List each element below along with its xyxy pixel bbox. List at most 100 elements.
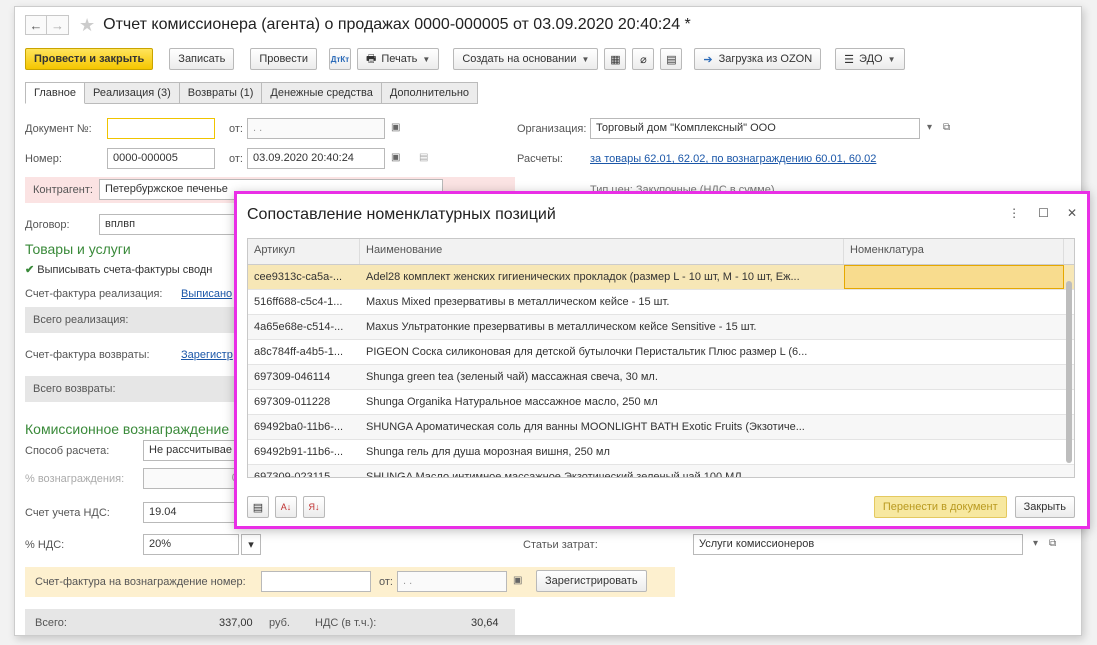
date-input[interactable]: 03.09.2020 20:40:24 [247, 148, 385, 169]
print-label: Печать [381, 53, 418, 65]
table-row[interactable]: 697309-011228 Shunga Organika Натуральное… [248, 390, 1074, 415]
tab-additional[interactable]: Дополнительно [381, 82, 479, 104]
vat-incl-value: 30,64 [471, 617, 499, 629]
tab-realization[interactable]: Реализация (3) [85, 82, 180, 104]
details-icon[interactable]: ▤ [419, 152, 428, 163]
name-cell: Shunga green tea (зеленый чай) массажная… [366, 371, 658, 383]
sf-returns-label: Счет-фактура возвраты: [25, 349, 150, 361]
vat-pct-select[interactable]: 20% [143, 534, 239, 555]
scrollbar-thumb[interactable] [1066, 281, 1072, 463]
nomenclature-cell[interactable] [844, 440, 1064, 464]
transfer-to-document-button[interactable]: Перенести в документ [873, 496, 1007, 518]
nomenclature-mapping-dialog: Сопоставление номенклатурных позиций ⋮ ☐… [234, 191, 1090, 529]
vat-account-label: Счет учета НДС: [25, 507, 110, 519]
maximize-icon[interactable]: ☐ [1038, 206, 1049, 220]
vat-incl-label: НДС (в т.ч.): [315, 617, 377, 629]
vat-account-input[interactable]: 19.04 [143, 502, 239, 523]
report-icon[interactable]: ▤ [660, 48, 683, 70]
back-button[interactable]: ← [25, 15, 47, 35]
dialog-bottom-tools: ▤ A↓ Я↓ [247, 496, 325, 518]
org-input[interactable]: Торговый дом "Комплексный" ООО [590, 118, 920, 139]
tab-returns[interactable]: Возвраты (1) [179, 82, 263, 104]
dialog-close-button[interactable]: Закрыть [1014, 496, 1075, 518]
sort-asc-icon[interactable]: A↓ [275, 496, 297, 518]
vat-pct-label: % НДС: [25, 539, 65, 551]
total-realization-label: Всего реализация: [33, 314, 129, 326]
select-icon[interactable]: ▤ [247, 496, 269, 518]
nomenclature-cell[interactable] [844, 415, 1064, 439]
dt-kt-icon[interactable]: ДтКт [328, 48, 351, 70]
nomenclature-cell[interactable] [844, 340, 1064, 364]
reward-pct-label: % вознаграждения: [25, 473, 125, 485]
table-header: Артикул Наименование Номенклатура [248, 239, 1074, 265]
name-cell: Maxus Mixed презервативы в металлическом… [366, 296, 670, 308]
post-button[interactable]: Провести [250, 48, 317, 70]
sku-cell: 697309-023115 [254, 471, 331, 478]
post-and-close-button[interactable]: Провести и закрыть [25, 48, 154, 70]
structure-icon[interactable]: ▦ [604, 48, 627, 70]
table-row[interactable]: 69492b91-11b6-... Shunga гель для душа мо… [248, 440, 1074, 465]
tab-main[interactable]: Главное [25, 82, 86, 104]
open-icon[interactable]: ⧉ [1049, 538, 1056, 549]
printer-icon: 🖶 [365, 52, 377, 65]
forward-button[interactable]: → [47, 15, 69, 35]
ozon-label: Загрузка из OZON [718, 53, 813, 65]
open-icon[interactable]: ⧉ [943, 122, 950, 133]
sf-realization-link[interactable]: Выписано [181, 288, 232, 300]
calendar-icon[interactable]: ▣ [391, 122, 400, 133]
calendar-icon[interactable]: ▣ [513, 575, 522, 586]
table-body: cee9313c-ca5a-... Adel28 комплект женских… [248, 265, 1074, 478]
favorite-star-icon[interactable]: ★ [79, 15, 95, 36]
table-row[interactable]: 69492ba0-11b6-... SHUNGA Ароматическая со… [248, 415, 1074, 440]
number-input[interactable]: 0000-000005 [107, 148, 215, 169]
sf-reward-from-label: от: [379, 576, 393, 588]
total-value: 337,00 [219, 617, 253, 629]
tab-money[interactable]: Денежные средства [262, 82, 382, 104]
nomenclature-cell[interactable] [844, 265, 1064, 289]
calc-link[interactable]: за товары 62.01, 62.02, по вознаграждени… [590, 153, 876, 165]
save-button[interactable]: Записать [169, 48, 235, 70]
sf-reward-date-input[interactable]: . . [397, 571, 507, 592]
contract-input[interactable]: вплвп [99, 214, 239, 235]
scrollbar[interactable] [1064, 267, 1072, 475]
chevron-down-icon[interactable]: ▾ [1033, 538, 1038, 549]
nomenclature-cell[interactable] [844, 290, 1064, 314]
nomenclature-cell[interactable] [844, 390, 1064, 414]
sf-reward-number-input[interactable] [261, 571, 371, 592]
create-based-on-button[interactable]: Создать на основании ▼ [453, 48, 599, 70]
currency-label: руб. [269, 617, 290, 629]
nomenclature-cell[interactable] [844, 365, 1064, 389]
mapping-table: Артикул Наименование Номенклатура cee931… [247, 238, 1075, 478]
column-header-name[interactable]: Наименование [360, 239, 844, 264]
cost-items-select[interactable]: Услуги комиссионеров [693, 534, 1023, 555]
attachment-icon[interactable]: ⌀ [632, 48, 655, 70]
close-icon[interactable]: ✕ [1067, 206, 1077, 220]
chevron-down-icon: ▼ [422, 54, 431, 64]
nomenclature-cell[interactable] [844, 315, 1064, 339]
nomenclature-cell[interactable] [844, 465, 1064, 477]
doc-date-input[interactable]: . . [247, 118, 385, 139]
edo-icon: ☰ [844, 53, 855, 66]
chevron-down-icon[interactable]: ▾ [241, 534, 261, 555]
table-row[interactable]: a8c784ff-a4b5-1... PIGEON Соска силиконов… [248, 340, 1074, 365]
print-button[interactable]: 🖶 Печать ▼ [356, 48, 440, 70]
register-button[interactable]: Зарегистрировать [536, 570, 647, 592]
doc-number-label: Документ №: [25, 123, 92, 135]
column-header-sku[interactable]: Артикул [248, 239, 360, 264]
table-row[interactable]: cee9313c-ca5a-... Adel28 комплект женских… [248, 265, 1074, 290]
more-icon[interactable]: ⋮ [1008, 206, 1020, 220]
table-row[interactable]: 697309-023115 SHUNGA Масло интимное масса… [248, 465, 1074, 478]
chevron-down-icon[interactable]: ▾ [927, 122, 932, 133]
doc-number-input[interactable] [107, 118, 215, 139]
invoice-checkbox[interactable]: ✔ Выписывать счета-фактуры сводн [25, 263, 212, 276]
calendar-icon[interactable]: ▣ [391, 152, 400, 163]
column-header-nomenclature[interactable]: Номенклатура [844, 239, 1064, 264]
table-row[interactable]: 697309-046114 Shunga green tea (зеленый ч… [248, 365, 1074, 390]
sku-cell: 69492b91-11b6-... [254, 446, 344, 458]
edo-button[interactable]: ☰ ЭДО ▼ [835, 48, 905, 70]
table-row[interactable]: 516ff688-c5c4-1... Maxus Mixed презервати… [248, 290, 1074, 315]
table-row[interactable]: 4a65e68e-c514-... Maxus Ультратонкие през… [248, 315, 1074, 340]
sort-desc-icon[interactable]: Я↓ [303, 496, 325, 518]
sf-returns-link[interactable]: Зарегистр [181, 349, 233, 361]
ozon-import-button[interactable]: ➔ Загрузка из OZON [694, 48, 822, 70]
